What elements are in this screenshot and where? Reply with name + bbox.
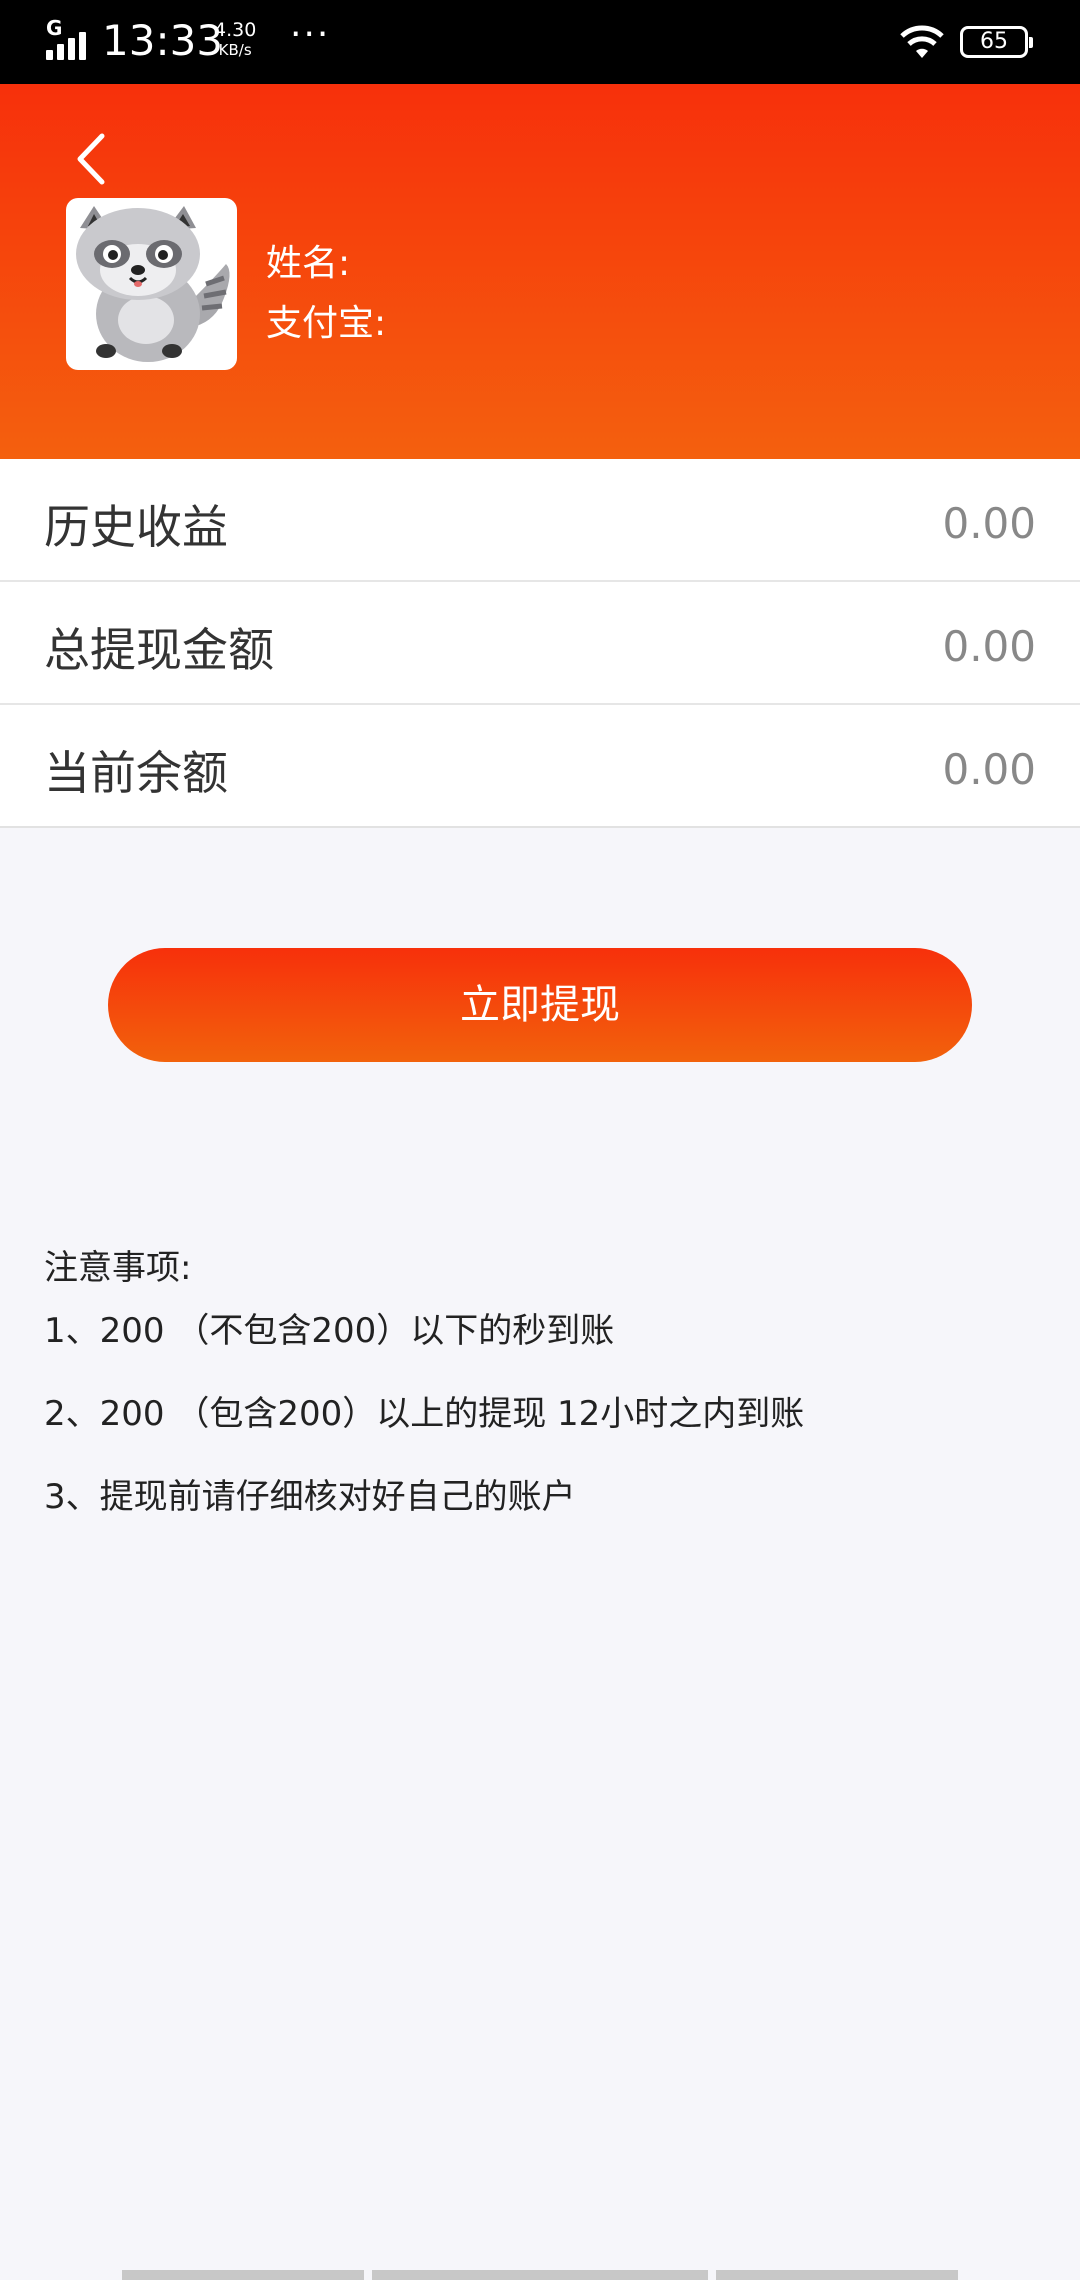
battery-icon: 65 xyxy=(960,26,1033,58)
network-speed-value: 4.30 xyxy=(214,19,257,41)
stat-label: 历史收益 xyxy=(44,500,228,554)
stat-label: 总提现金额 xyxy=(44,623,274,677)
user-info: 姓名: 支付宝: xyxy=(266,234,386,354)
alipay-label: 支付宝: xyxy=(266,303,387,344)
network-speed: 4.30 KB/s xyxy=(214,20,256,60)
back-arrow-icon[interactable] xyxy=(62,124,122,194)
cellular-signal-icon: G xyxy=(46,16,92,60)
stat-value: 0.00 xyxy=(942,745,1036,794)
network-speed-unit: KB/s xyxy=(218,41,252,59)
stat-label: 当前余额 xyxy=(44,746,228,800)
wifi-icon xyxy=(900,25,944,58)
status-bar: G 13:33 4.30 KB/s ··· 65 xyxy=(0,0,1080,84)
more-notifications-icon: ··· xyxy=(290,14,331,55)
name-label: 姓名: xyxy=(266,243,351,284)
withdrawal-notes: 注意事项: 1、200 （不包含200）以下的秒到账 2、200 （包含200）… xyxy=(44,1240,804,1552)
history-earnings-row: 历史收益 0.00 xyxy=(0,459,1080,582)
stat-value: 0.00 xyxy=(942,622,1036,671)
profile-header: 姓名: 支付宝: xyxy=(0,84,1080,459)
avatar xyxy=(66,198,237,370)
earnings-summary: 历史收益 0.00 总提现金额 0.00 当前余额 0.00 xyxy=(0,459,1080,828)
stat-value: 0.00 xyxy=(942,499,1036,548)
raccoon-avatar-icon xyxy=(76,206,230,362)
network-type: G xyxy=(46,16,63,40)
notes-item: 1、200 （不包含200）以下的秒到账 xyxy=(44,1311,615,1351)
total-withdrawn-row: 总提现金额 0.00 xyxy=(0,582,1080,705)
withdraw-now-button[interactable]: 立即提现 xyxy=(108,948,972,1062)
notes-title: 注意事项: xyxy=(44,1248,192,1288)
status-time: 13:33 xyxy=(102,16,224,65)
bottom-edge-bars xyxy=(0,2270,1080,2280)
battery-level: 65 xyxy=(980,29,1008,54)
notes-item: 2、200 （包含200）以上的提现 12小时之内到账 xyxy=(44,1394,805,1434)
current-balance-row: 当前余额 0.00 xyxy=(0,705,1080,828)
notes-item: 3、提现前请仔细核对好自己的账户 xyxy=(44,1477,576,1517)
